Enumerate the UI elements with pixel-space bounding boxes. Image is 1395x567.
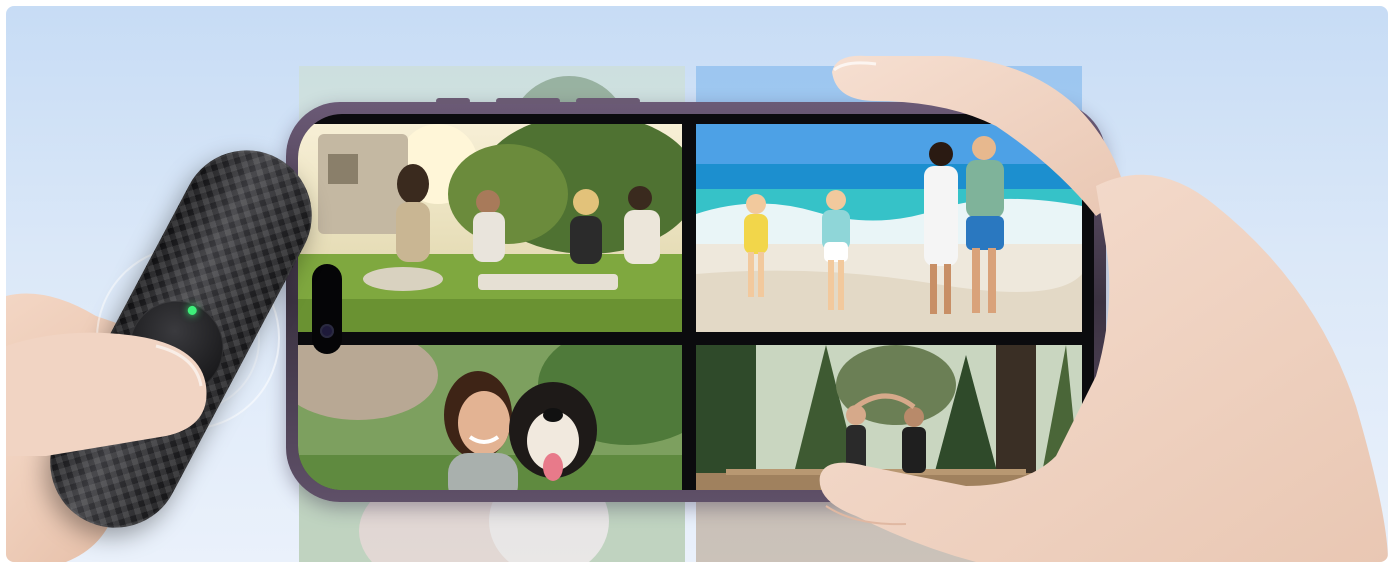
product-hero-image [6, 6, 1388, 562]
photo-selfie-dog-icon [298, 345, 682, 490]
thumb [6, 332, 207, 456]
phone-volume-up-button [496, 98, 560, 104]
phone-side-button [436, 98, 470, 104]
photo-selfie-dog [298, 345, 682, 490]
hand-holding-phone [819, 55, 1388, 562]
phone-volume-down-button [576, 98, 640, 104]
front-camera-icon [320, 324, 334, 338]
